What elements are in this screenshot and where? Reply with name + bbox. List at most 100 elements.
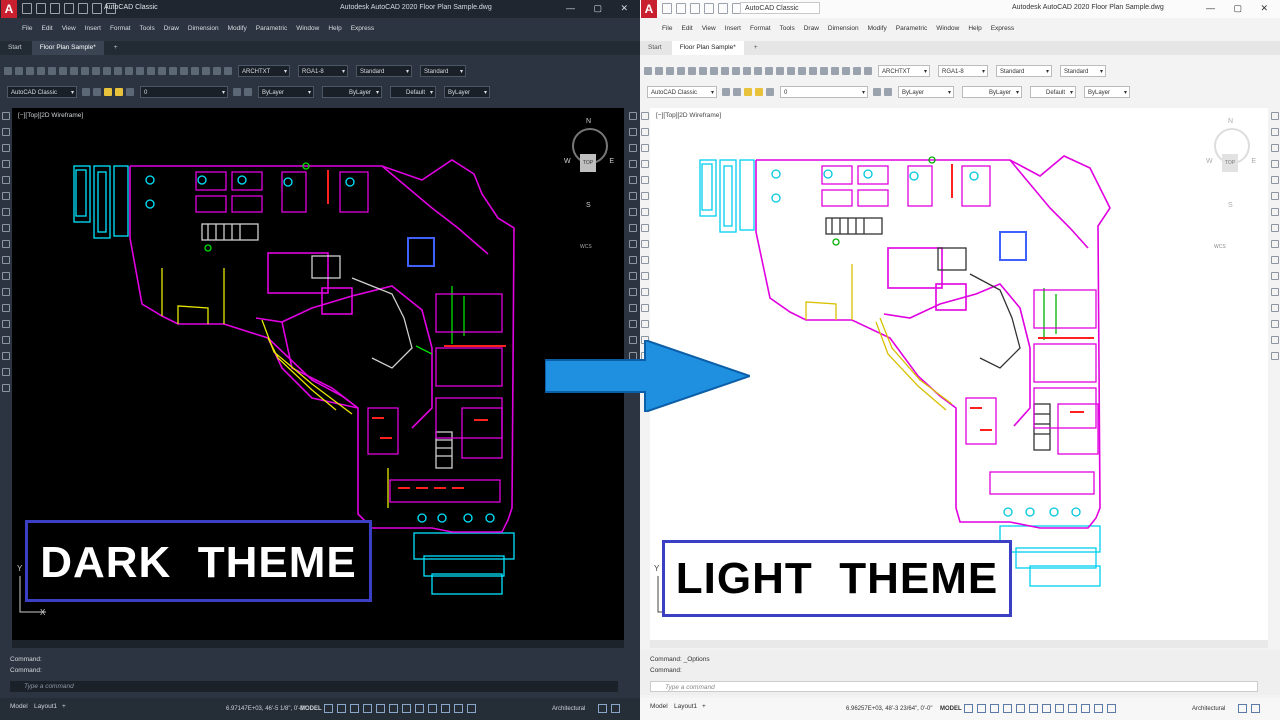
move-icon[interactable]	[1271, 192, 1279, 200]
stretch-icon[interactable]	[1271, 240, 1279, 248]
table-style-select[interactable]: Standard	[996, 65, 1052, 78]
horizontal-scrollbar[interactable]	[12, 640, 624, 648]
copy-object-icon[interactable]	[1271, 128, 1279, 136]
viewcube-top-face[interactable]: TOP	[1222, 154, 1238, 172]
wcs-menu[interactable]: WCS	[1214, 244, 1234, 250]
cut-icon[interactable]	[710, 67, 718, 75]
window-controls[interactable]: — ▢ ✕	[1206, 3, 1276, 14]
quick-properties-icon[interactable]	[1238, 704, 1247, 713]
save-as-icon[interactable]	[704, 3, 714, 14]
spline-icon[interactable]	[2, 224, 10, 232]
make-block-icon[interactable]	[641, 272, 649, 280]
osnap-icon[interactable]	[1029, 704, 1038, 713]
menu-tools[interactable]: Tools	[140, 22, 155, 36]
save-icon[interactable]	[50, 3, 60, 14]
plot-icon[interactable]	[78, 3, 88, 14]
viewcube-west[interactable]: W	[564, 158, 571, 165]
viewcube-south[interactable]: S	[586, 202, 591, 209]
viewcube-south[interactable]: S	[1228, 202, 1233, 209]
point-icon[interactable]	[641, 288, 649, 296]
tool-palettes-icon[interactable]	[191, 67, 199, 75]
mirror-icon[interactable]	[1271, 144, 1279, 152]
open-icon[interactable]	[655, 67, 663, 75]
print-icon[interactable]	[37, 67, 45, 75]
scale-icon[interactable]	[629, 224, 637, 232]
snap-icon[interactable]	[977, 704, 986, 713]
trim-icon[interactable]	[629, 256, 637, 264]
tab-start[interactable]: Start	[0, 41, 30, 55]
explode-icon[interactable]	[1271, 352, 1279, 360]
menu-parametric[interactable]: Parametric	[256, 22, 287, 36]
viewport-controls[interactable]: [−][Top][2D Wireframe]	[656, 112, 721, 119]
tab-floor-plan[interactable]: Floor Plan Sample*	[31, 41, 104, 55]
quickcalc-icon[interactable]	[853, 67, 861, 75]
transparency-icon[interactable]	[428, 704, 437, 713]
quickcalc-icon[interactable]	[213, 67, 221, 75]
redo-icon[interactable]	[125, 67, 133, 75]
osnap-icon[interactable]	[389, 704, 398, 713]
point-icon[interactable]	[2, 288, 10, 296]
circle-icon[interactable]	[2, 192, 10, 200]
mirror-icon[interactable]	[629, 144, 637, 152]
viewport-controls[interactable]: [−][Top][2D Wireframe]	[18, 112, 83, 119]
tab-start[interactable]: Start	[640, 41, 670, 55]
menu-edit[interactable]: Edit	[681, 22, 692, 36]
save-icon[interactable]	[666, 67, 674, 75]
erase-icon[interactable]	[1271, 112, 1279, 120]
viewcube-north[interactable]: N	[586, 118, 591, 125]
trim-icon[interactable]	[1271, 256, 1279, 264]
add-layout-button[interactable]: +	[56, 700, 72, 714]
extend-icon[interactable]	[629, 272, 637, 280]
properties-icon[interactable]	[169, 67, 177, 75]
coordinates-readout[interactable]: 6.97147E+03, 46'-5 1/8", 0'-0"	[226, 702, 306, 716]
menu-draw[interactable]: Draw	[804, 22, 819, 36]
scale-icon[interactable]	[1271, 224, 1279, 232]
save-icon[interactable]	[690, 3, 700, 14]
layer-state-icon[interactable]	[93, 88, 101, 96]
revcloud-icon[interactable]	[2, 208, 10, 216]
spline-icon[interactable]	[641, 224, 649, 232]
dim-style-select[interactable]: RGA1-8	[938, 65, 988, 78]
text-style-select[interactable]: ARCHTXT	[878, 65, 930, 78]
horizontal-scrollbar[interactable]	[650, 640, 1268, 648]
move-icon[interactable]	[629, 192, 637, 200]
menu-tools[interactable]: Tools	[780, 22, 795, 36]
join-icon[interactable]	[629, 304, 637, 312]
selection-cycling-icon[interactable]	[1081, 704, 1090, 713]
customize-icon[interactable]	[611, 704, 620, 713]
array-icon[interactable]	[629, 176, 637, 184]
rectangle-icon[interactable]	[641, 160, 649, 168]
publish-icon[interactable]	[699, 67, 707, 75]
selection-cycling-icon[interactable]	[441, 704, 450, 713]
hatch-icon[interactable]	[641, 304, 649, 312]
units-select[interactable]: Architectural	[1192, 702, 1225, 716]
gradient-icon[interactable]	[641, 320, 649, 328]
save-icon[interactable]	[26, 67, 34, 75]
layer-on-icon[interactable]	[104, 88, 112, 96]
plotstyle-select[interactable]: ByLayer	[1084, 86, 1130, 99]
make-block-icon[interactable]	[2, 272, 10, 280]
grid-icon[interactable]	[964, 704, 973, 713]
menu-modify[interactable]: Modify	[868, 22, 887, 36]
annotation-scale-icon[interactable]	[454, 704, 463, 713]
layer-freeze-icon[interactable]	[755, 88, 763, 96]
isodraft-icon[interactable]	[1016, 704, 1025, 713]
dim-style-select[interactable]: RGA1-8	[298, 65, 348, 78]
viewcube-north[interactable]: N	[1228, 118, 1233, 125]
revcloud-icon[interactable]	[641, 208, 649, 216]
menu-view[interactable]: View	[702, 22, 716, 36]
open-file-icon[interactable]	[36, 3, 46, 14]
stretch-icon[interactable]	[629, 240, 637, 248]
workspace-switch-icon[interactable]	[467, 704, 476, 713]
command-input[interactable]: Type a command	[650, 681, 1258, 692]
new-file-icon[interactable]	[662, 3, 672, 14]
autocad-logo-button[interactable]: A	[641, 0, 657, 18]
menu-modify[interactable]: Modify	[228, 22, 247, 36]
workspace-select[interactable]: AutoCAD Classic	[647, 86, 717, 99]
layer-properties-icon[interactable]	[82, 88, 90, 96]
menu-parametric[interactable]: Parametric	[896, 22, 927, 36]
ellipse-icon[interactable]	[2, 240, 10, 248]
viewcube-west[interactable]: W	[1206, 158, 1213, 165]
table-style-select[interactable]: Standard	[356, 65, 412, 78]
insert-block-icon[interactable]	[2, 256, 10, 264]
